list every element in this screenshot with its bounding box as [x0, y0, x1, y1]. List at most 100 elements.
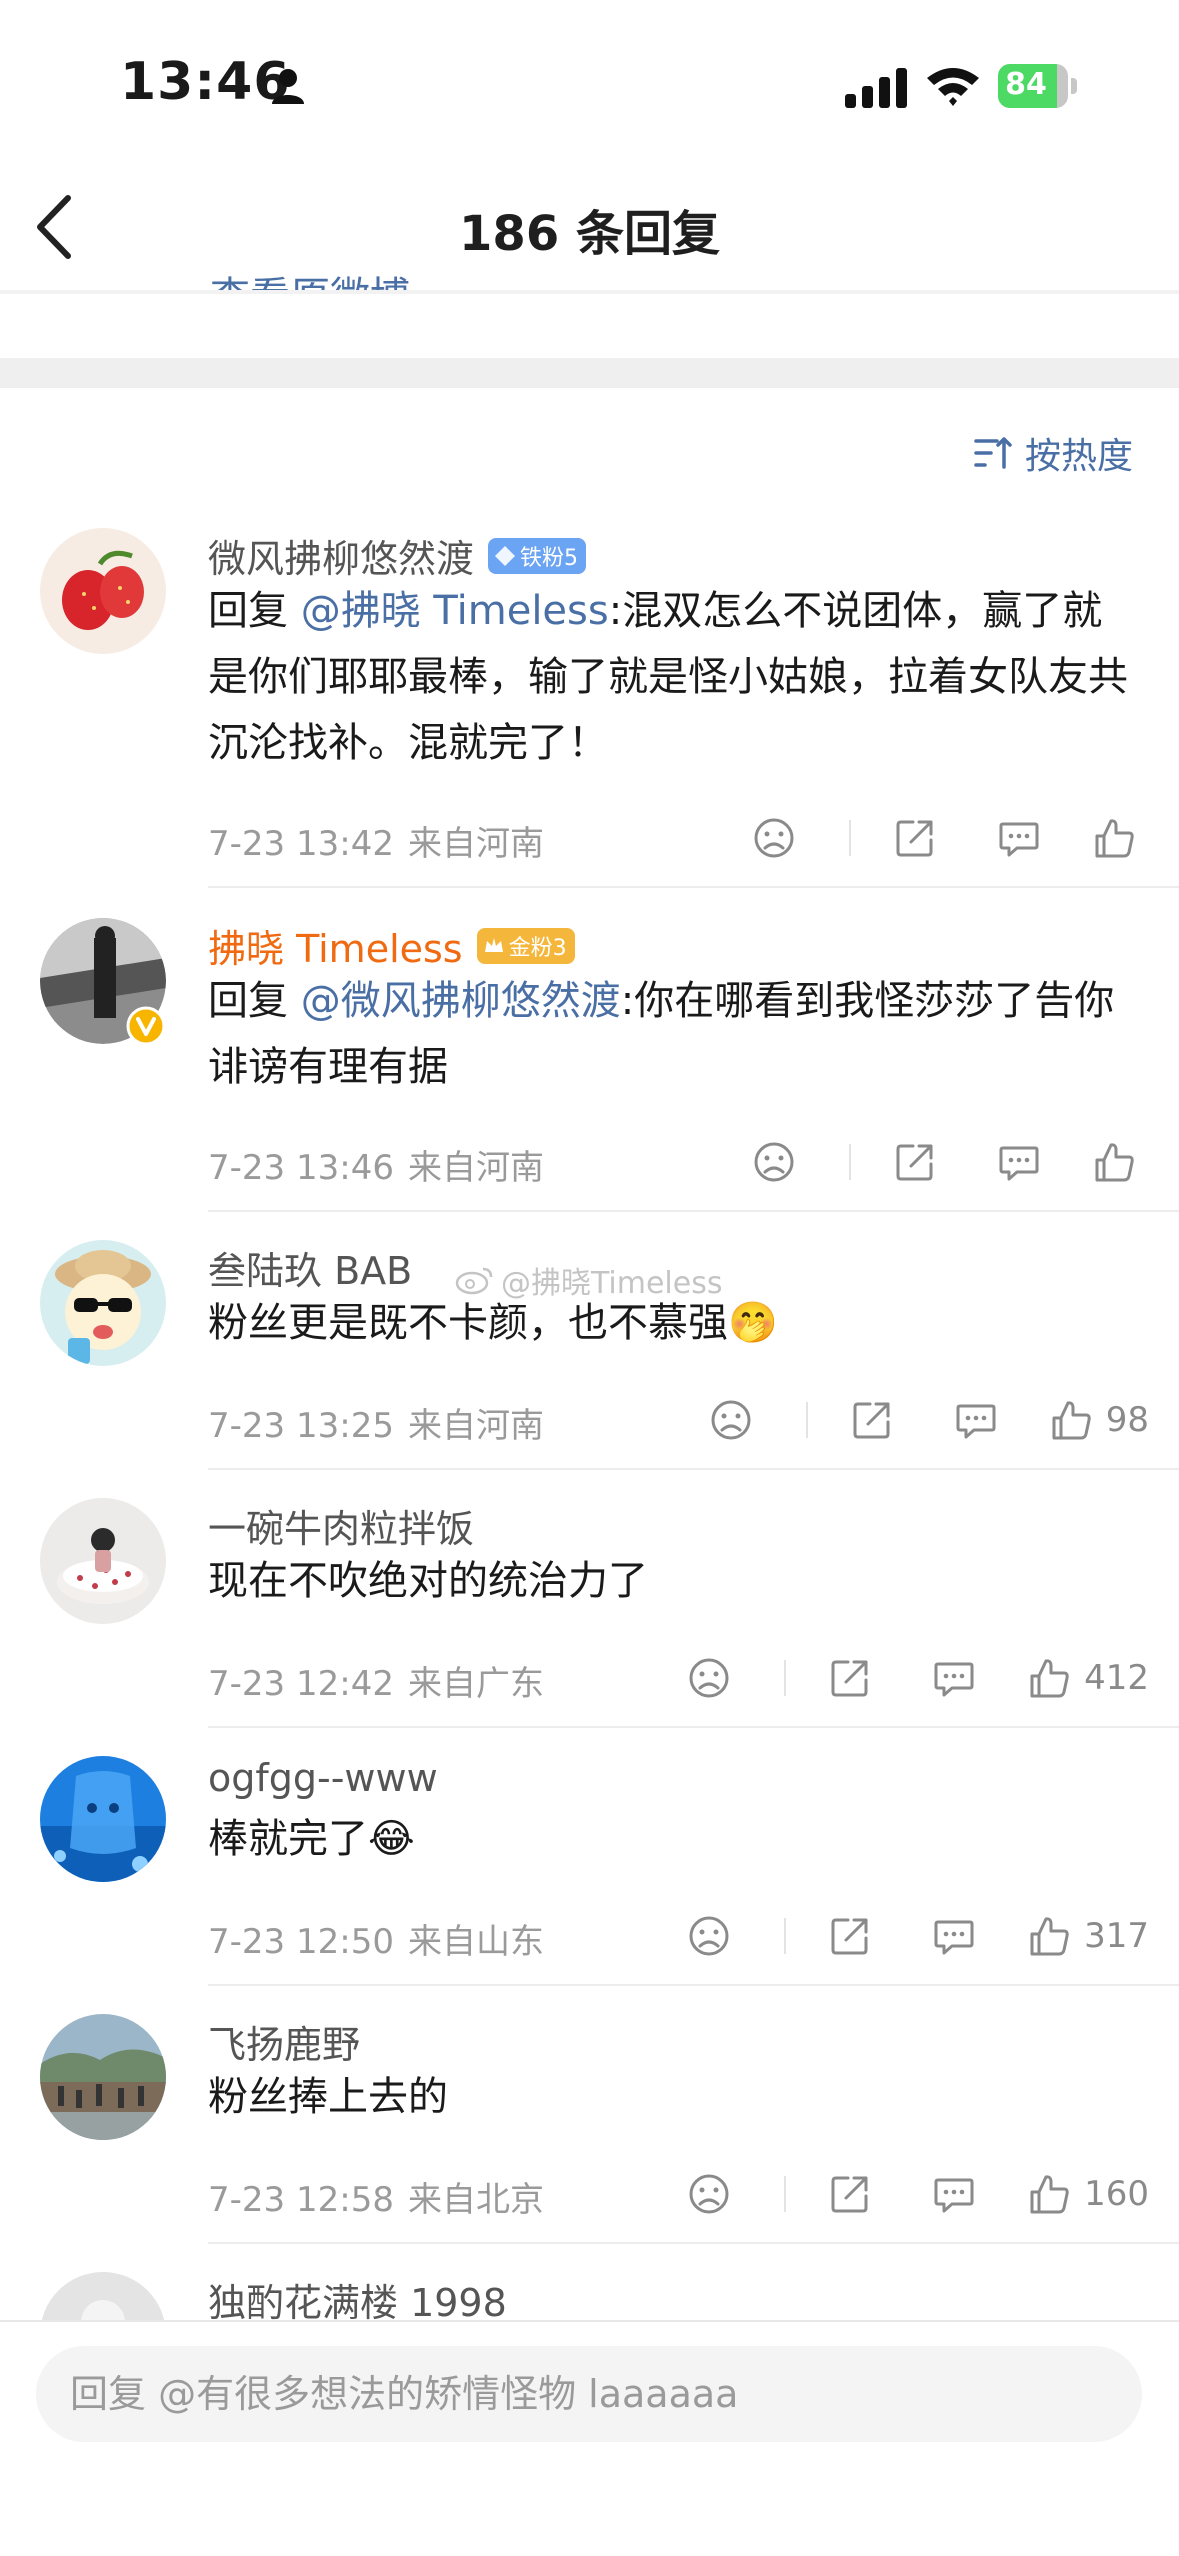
comment-username[interactable]: 叁陆玖 BAB [208, 1240, 412, 1295]
like-button[interactable]: 317 [1028, 1914, 1149, 1958]
comment-actions [729, 1132, 1149, 1192]
like-button[interactable]: 160 [1028, 2172, 1149, 2216]
comment-actions: 160 [664, 2164, 1149, 2224]
battery-percentage: 84 [1005, 67, 1047, 102]
badge-label: 铁粉5 [520, 545, 579, 571]
like-button[interactable]: 412 [1028, 1656, 1149, 1700]
dislike-button[interactable] [664, 1914, 754, 1958]
share-icon [831, 2176, 868, 2213]
comment-body: 棒就完了 [208, 1816, 368, 1862]
sort-by-hot-button[interactable]: 按热度 [973, 428, 1133, 478]
mention-link[interactable]: @拂晓 Timeless [301, 588, 609, 634]
nav-bar: 186 条回复 [0, 150, 1179, 290]
comment-body: 现在不吹绝对的统治力了 [208, 1558, 648, 1604]
frown-icon [689, 1916, 729, 1956]
avatar[interactable] [40, 918, 166, 1046]
comment-reply-button[interactable] [989, 816, 1049, 860]
sort-label: 按热度 [1024, 436, 1133, 477]
frown-icon [711, 1400, 751, 1440]
comment-meta: 7-23 12:58 来自北京 [208, 2172, 544, 2221]
like-button[interactable] [1093, 816, 1149, 860]
frown-icon [754, 1142, 794, 1182]
dislike-button[interactable] [729, 1140, 819, 1184]
comment-divider [208, 2242, 1179, 2244]
comment-text: 棒就完了😂 [208, 1806, 1138, 1872]
share-button[interactable] [820, 1914, 880, 1958]
reply-prefix: 回复 [208, 588, 301, 634]
comment-actions: 98 [686, 1390, 1149, 1450]
share-button[interactable] [885, 1140, 945, 1184]
comment-username[interactable]: 微风拂柳悠然渡 铁粉5 [208, 528, 587, 583]
comment-location: 来自广东 [407, 1664, 544, 1704]
dislike-button[interactable] [664, 2172, 754, 2216]
comment-text: 回复 @微风拂柳悠然渡:你在哪看到我怪莎莎了告你诽谤有理有据 [208, 968, 1138, 1100]
comment-username[interactable]: 拂晓 Timeless 金粉3 [208, 918, 575, 973]
avatar[interactable] [40, 2014, 166, 2140]
like-count: 98 [1105, 1400, 1149, 1440]
sort-icon [974, 437, 1012, 469]
share-icon [896, 820, 933, 857]
thumbs-up-icon [1052, 1401, 1091, 1440]
share-button[interactable] [820, 2172, 880, 2216]
dislike-button[interactable] [686, 1398, 776, 1442]
reply-input[interactable] [36, 2346, 1142, 2442]
comment-reply-button[interactable] [924, 1656, 984, 1700]
like-count: 317 [1084, 1916, 1149, 1956]
view-original-link[interactable]: 查看原微博 [210, 262, 410, 292]
chat-bubble-icon [934, 1662, 974, 1697]
comment-date: 7-23 13:42 [208, 824, 394, 864]
thumbs-up-icon [1095, 819, 1134, 858]
badge-label: 金粉3 [508, 935, 567, 961]
comment-divider [208, 1210, 1179, 1212]
avatar[interactable] [40, 1240, 166, 1366]
dislike-button[interactable] [729, 816, 819, 860]
comment-actions: 317 [664, 1906, 1149, 1966]
comment-username[interactable]: 一碗牛肉粒拌饭 [208, 1498, 474, 1553]
comment-divider [208, 1726, 1179, 1728]
mention-link[interactable]: @微风拂柳悠然渡 [301, 978, 621, 1024]
comment-username[interactable]: ogfgg--www [208, 1756, 438, 1800]
thumbs-up-icon [1095, 1143, 1134, 1182]
chat-bubble-icon [956, 1404, 996, 1439]
fan-badge: 铁粉5 [488, 537, 587, 574]
comment-meta: 7-23 12:42 来自广东 [208, 1656, 544, 1705]
like-button[interactable] [1093, 1140, 1149, 1184]
share-button[interactable] [842, 1398, 902, 1442]
comment-location: 来自河南 [407, 1406, 544, 1446]
fan-badge: 金粉3 [476, 927, 575, 964]
thumbs-up-icon [1030, 1659, 1069, 1698]
comment-reply-button[interactable] [989, 1140, 1049, 1184]
cellular-signal-icon [845, 68, 907, 108]
nav-divider [0, 290, 1179, 294]
status-bar: 13:46 84 [0, 0, 1179, 150]
comment-divider [208, 886, 1179, 888]
username-text: 微风拂柳悠然渡 [208, 537, 475, 581]
comment-date: 7-23 12:58 [208, 2180, 394, 2220]
comment-text: 回复 @拂晓 Timeless:混双怎么不说团体，赢了就是你们耶耶最棒，输了就是… [208, 578, 1138, 776]
action-divider [805, 1402, 808, 1438]
comment-reply-button[interactable] [924, 1914, 984, 1958]
comment-reply-button[interactable] [946, 1398, 1006, 1442]
comment-username[interactable]: 独酌花满楼 1998 [208, 2272, 507, 2327]
like-count: 412 [1084, 1658, 1149, 1698]
comment-meta: 7-23 12:50 来自山东 [208, 1914, 544, 1963]
comment-meta: 7-23 13:46 来自河南 [208, 1140, 544, 1189]
comment-text: 现在不吹绝对的统治力了 [208, 1548, 1138, 1614]
like-button[interactable]: 98 [1050, 1398, 1149, 1442]
comment-date: 7-23 12:50 [208, 1922, 394, 1962]
emoji: 😂 [368, 1816, 415, 1862]
thumbs-up-icon [1030, 2175, 1069, 2214]
share-button[interactable] [820, 1656, 880, 1700]
avatar[interactable] [40, 1756, 166, 1882]
avatar[interactable] [40, 528, 166, 654]
avatar[interactable] [40, 1498, 166, 1624]
share-icon [831, 1918, 868, 1955]
share-button[interactable] [885, 816, 945, 860]
reply-prefix: 回复 [208, 978, 301, 1024]
chat-bubble-icon [999, 1146, 1039, 1181]
comment-meta: 7-23 13:25 来自河南 [208, 1398, 544, 1447]
comment-reply-button[interactable] [924, 2172, 984, 2216]
comment-username[interactable]: 飞扬鹿野 [208, 2014, 360, 2069]
dislike-button[interactable] [664, 1656, 754, 1700]
comment-location: 来自北京 [407, 2180, 544, 2220]
